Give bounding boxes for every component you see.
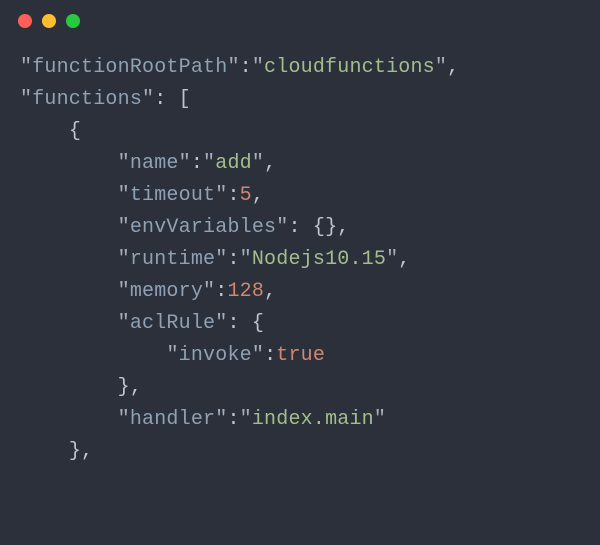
- key-invoke: invoke: [179, 344, 252, 367]
- key-name: name: [130, 152, 179, 175]
- code-block: "functionRootPath":"cloudfunctions", "fu…: [0, 34, 600, 468]
- key-memory: memory: [130, 280, 203, 303]
- window-titlebar: [0, 0, 600, 34]
- minimize-icon[interactable]: [42, 14, 56, 28]
- key-functions: functions: [32, 88, 142, 111]
- key-runtime: runtime: [130, 248, 215, 271]
- val-functionRootPath: cloudfunctions: [264, 56, 435, 79]
- key-handler: handler: [130, 408, 215, 431]
- val-runtime: Nodejs10.15: [252, 248, 386, 271]
- key-functionRootPath: functionRootPath: [32, 56, 227, 79]
- val-handler: index.main: [252, 408, 374, 431]
- val-envVariables: {}: [313, 216, 337, 239]
- val-memory: 128: [227, 280, 264, 303]
- key-envVariables: envVariables: [130, 216, 276, 239]
- close-icon[interactable]: [18, 14, 32, 28]
- val-name: add: [215, 152, 252, 175]
- val-invoke: true: [276, 344, 325, 367]
- key-aclRule: aclRule: [130, 312, 215, 335]
- zoom-icon[interactable]: [66, 14, 80, 28]
- key-timeout: timeout: [130, 184, 215, 207]
- val-timeout: 5: [240, 184, 252, 207]
